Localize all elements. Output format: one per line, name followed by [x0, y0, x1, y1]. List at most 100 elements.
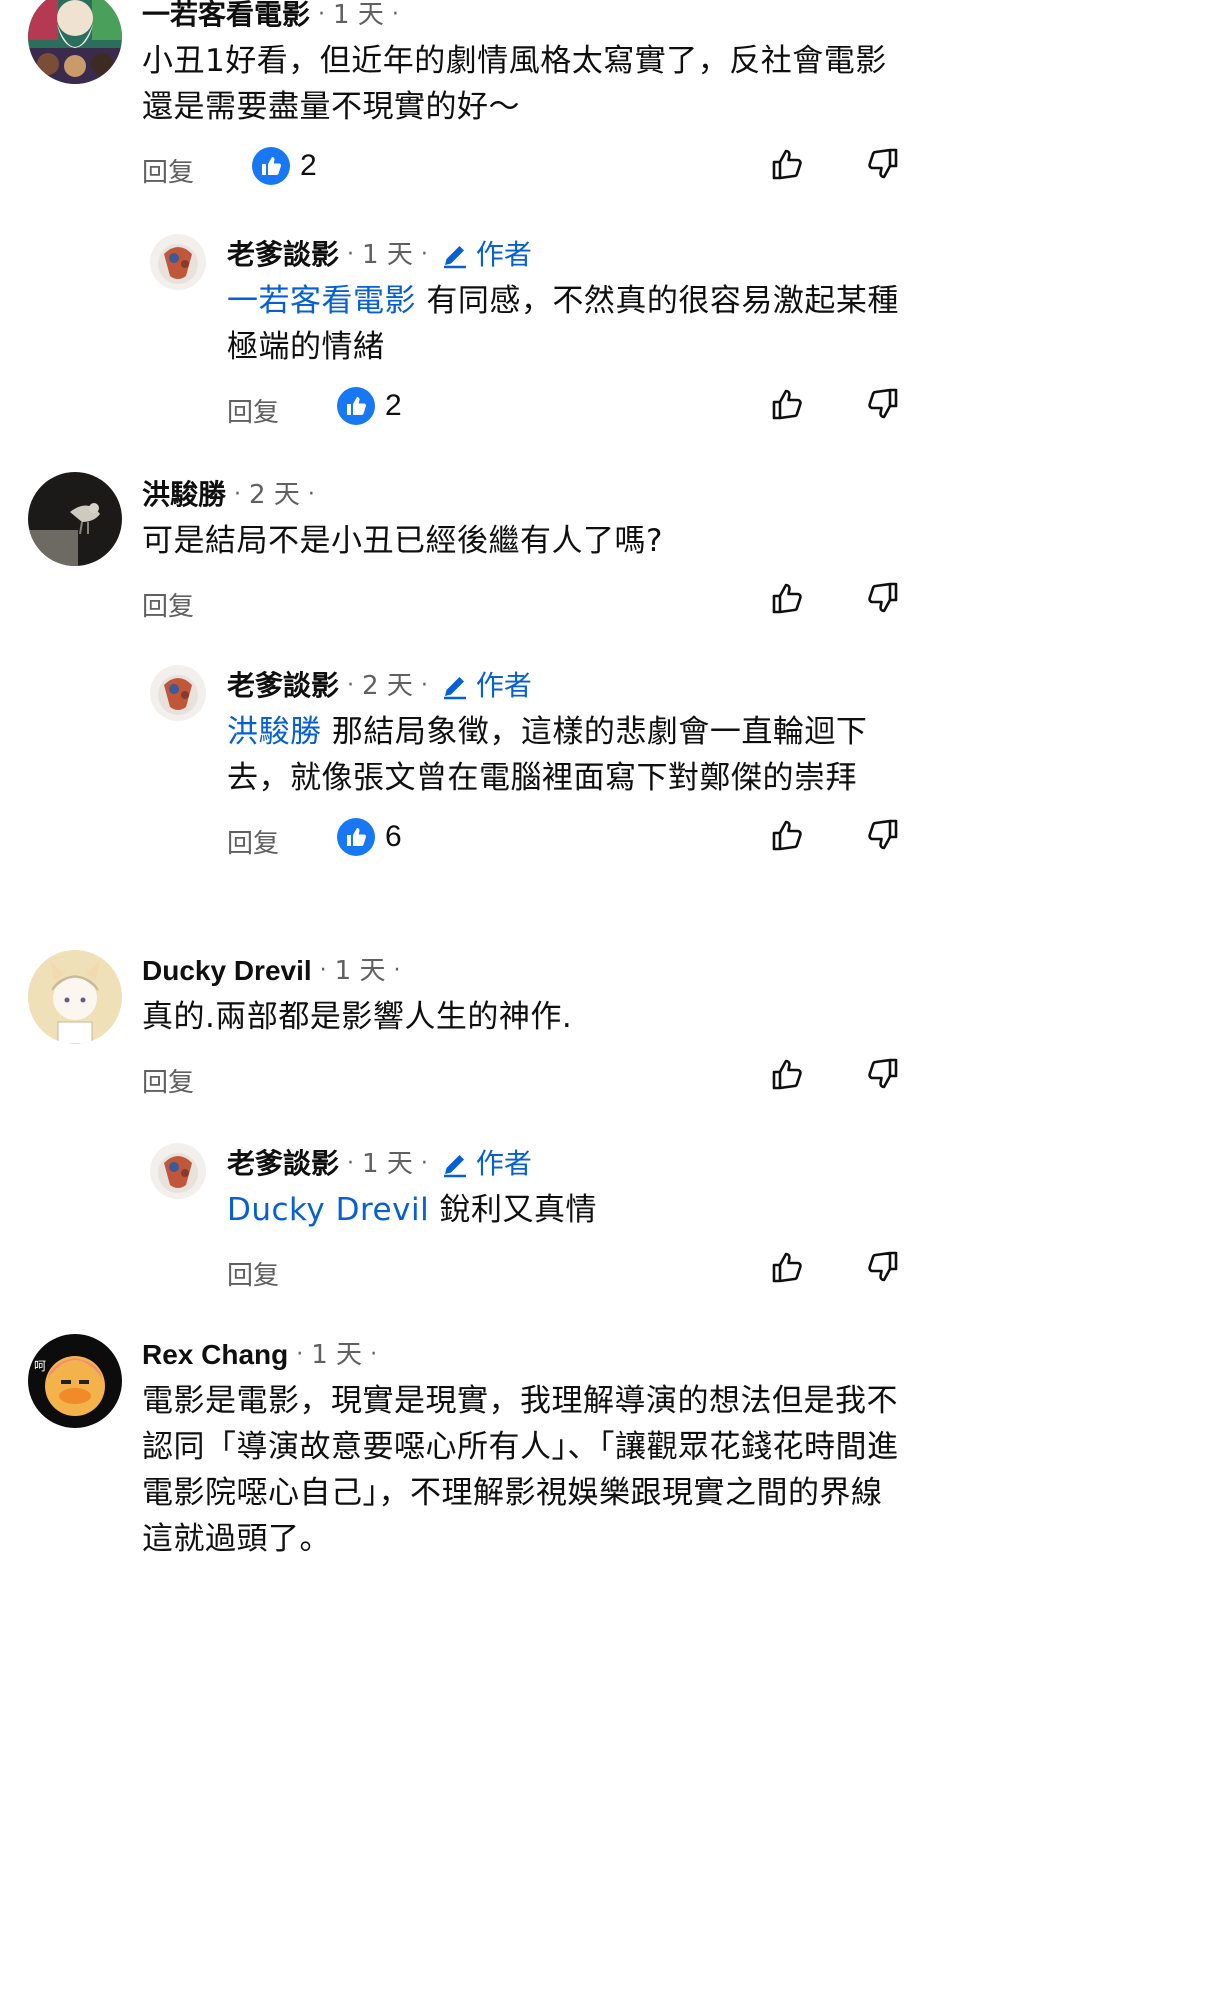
comment-text: Ducky Drevil 銳利又真情: [227, 1187, 904, 1233]
like-button[interactable]: [768, 815, 808, 855]
comment-meta: 洪駿勝 · 2 天 ·: [142, 474, 904, 516]
mention-link[interactable]: 一若客看電影: [227, 283, 416, 319]
thumbs-up-icon: [772, 149, 802, 180]
reply-button[interactable]: 回复: [142, 1062, 194, 1099]
avatar[interactable]: [150, 234, 206, 290]
comment-meta: 老爹談影 · 1 天 · 作者: [227, 1143, 904, 1185]
meta-separator: ·: [420, 242, 428, 267]
meta-separator: ·: [420, 673, 428, 698]
like-count: 6: [385, 820, 402, 853]
reply-button[interactable]: 回复: [227, 823, 279, 860]
timestamp[interactable]: 1 天: [362, 1143, 413, 1185]
like-button[interactable]: [768, 1054, 808, 1094]
comment-actions: 回复 6: [227, 813, 904, 869]
meta-separator: ·: [347, 673, 355, 698]
comment-body: 那結局象徵，這樣的悲劇會一直輪迴下去，就像張文曾在電腦裡面寫下對鄭傑的崇拜: [227, 714, 868, 796]
comment-meta: Ducky Drevil · 1 天 ·: [142, 950, 904, 992]
like-badge-icon: [337, 387, 375, 425]
thumbs-down-icon: [868, 148, 898, 179]
like-count-badge: 2: [252, 146, 317, 186]
pencil-icon: [443, 1155, 466, 1178]
comment-text: 一若客看電影 有同感，不然真的很容易激起某種極端的情緒: [227, 278, 904, 370]
dislike-button[interactable]: [862, 384, 902, 424]
meta-separator: ·: [234, 482, 242, 507]
like-button[interactable]: [768, 144, 808, 184]
thumbs-up-icon: [772, 389, 802, 420]
thumbs-up-icon: [772, 1059, 802, 1090]
comment-actions: 回复: [227, 1245, 904, 1301]
comment-actions: 回复: [142, 1052, 904, 1108]
avatar[interactable]: [28, 472, 122, 566]
thumbs-up-icon: [772, 820, 802, 851]
like-button[interactable]: [768, 578, 808, 618]
like-button[interactable]: [768, 1247, 808, 1287]
reply-button[interactable]: 回复: [142, 152, 194, 189]
pencil-icon: [443, 246, 466, 269]
comment-actions: 回复 2: [227, 382, 904, 438]
like-button[interactable]: [768, 384, 808, 424]
reply-button[interactable]: 回复: [142, 586, 194, 623]
mention-link[interactable]: 洪駿勝: [227, 714, 322, 750]
dislike-button[interactable]: [862, 815, 902, 855]
meta-separator: ·: [347, 1151, 355, 1176]
avatar[interactable]: [28, 0, 122, 84]
dislike-button[interactable]: [862, 1247, 902, 1287]
meta-separator: ·: [420, 1151, 428, 1176]
avatar[interactable]: [150, 1143, 206, 1199]
comment-text: 洪駿勝 那結局象徵，這樣的悲劇會一直輪迴下去，就像張文曾在電腦裡面寫下對鄭傑的崇…: [227, 709, 904, 801]
comment-actions: 回复: [142, 576, 904, 632]
like-count: 2: [385, 389, 402, 422]
dislike-button[interactable]: [862, 144, 902, 184]
comment-meta: 老爹談影 · 2 天 · 作者: [227, 665, 904, 707]
comment-text: 可是結局不是小丑已經後繼有人了嗎?: [142, 523, 663, 559]
creator-badge: 作者: [475, 669, 532, 702]
author-name[interactable]: 老爹談影: [227, 234, 339, 276]
mention-link[interactable]: Ducky Drevil: [227, 1192, 429, 1228]
meta-separator: ·: [370, 1342, 378, 1367]
timestamp[interactable]: 2 天: [362, 665, 413, 707]
author-name[interactable]: Ducky Drevil: [142, 950, 312, 992]
meta-separator: ·: [318, 2, 326, 27]
author-name[interactable]: 一若客看電影: [142, 0, 310, 36]
comment-text: 真的.兩部都是影響人生的神作.: [142, 999, 573, 1035]
timestamp[interactable]: 1 天: [335, 950, 386, 992]
thumbs-down-icon: [868, 582, 898, 613]
like-badge-icon: [337, 818, 375, 856]
dislike-button[interactable]: [862, 578, 902, 618]
meta-separator: ·: [391, 2, 399, 27]
meta-separator: ·: [307, 482, 315, 507]
comment-actions: 回复 2: [142, 142, 904, 198]
timestamp[interactable]: 1 天: [362, 234, 413, 276]
comment-body: 銳利又真情: [429, 1192, 598, 1228]
meta-separator: ·: [319, 958, 327, 983]
dislike-button[interactable]: [862, 1054, 902, 1094]
creator-badge: 作者: [475, 1147, 532, 1180]
thumbs-up-icon: [772, 583, 802, 614]
author-name[interactable]: 老爹談影: [227, 1143, 339, 1185]
timestamp[interactable]: 1 天: [333, 0, 384, 36]
creator-badge: 作者: [475, 238, 532, 271]
meta-separator: ·: [296, 1342, 304, 1367]
timestamp[interactable]: 2 天: [249, 474, 300, 516]
svg-text:呵: 呵: [34, 1359, 46, 1373]
thumbs-down-icon: [868, 819, 898, 850]
comment-meta: 一若客看電影 · 1 天 ·: [142, 0, 904, 36]
author-name[interactable]: 洪駿勝: [142, 474, 226, 516]
avatar[interactable]: 呵: [28, 1334, 122, 1428]
reply-button[interactable]: 回复: [227, 1255, 279, 1292]
avatar[interactable]: [150, 665, 206, 721]
reply-button[interactable]: 回复: [227, 392, 279, 429]
comment-meta: 老爹談影 · 1 天 · 作者: [227, 234, 904, 276]
comments-thread: 一若客看電影 · 1 天 · 小丑1好看，但近年的劇情風格太寫實了，反社會電影還…: [0, 0, 942, 1564]
thumbs-down-icon: [868, 388, 898, 419]
author-name[interactable]: 老爹談影: [227, 665, 339, 707]
avatar[interactable]: [28, 950, 122, 1044]
timestamp[interactable]: 1 天: [311, 1334, 362, 1376]
thumbs-down-icon: [868, 1058, 898, 1089]
pencil-icon: [443, 677, 466, 700]
comment-text: 電影是電影，現實是現實，我理解導演的想法但是我不認同「導演故意要噁心所有人」、「…: [142, 1383, 899, 1557]
like-badge-icon: [252, 147, 290, 185]
author-name[interactable]: Rex Chang: [142, 1334, 288, 1376]
like-count-badge: 6: [337, 817, 402, 857]
like-count: 2: [300, 149, 317, 182]
